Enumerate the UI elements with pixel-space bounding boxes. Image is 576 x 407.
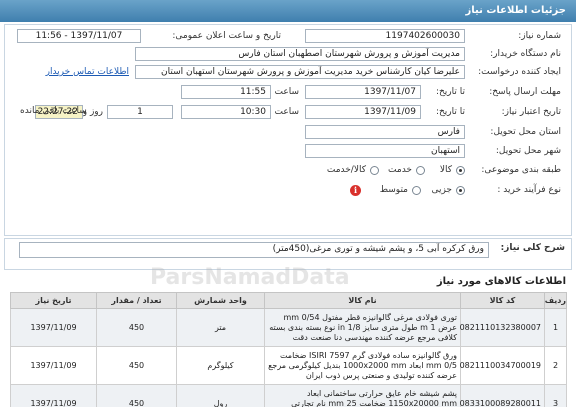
cell-date: 1397/11/09 — [10, 346, 97, 385]
announce-datetime-label: تاریخ و ساعت اعلان عمومی: — [172, 31, 281, 41]
cell-row: 3 — [544, 384, 567, 407]
col-qty: تعداد / مقدار — [96, 292, 177, 309]
need-details-panel: شماره نیاز: 1197402600030 تاریخ و ساعت ا… — [4, 24, 572, 236]
validity-from-label: تا تاریخ: — [435, 107, 465, 117]
process-medium-label: متوسط — [379, 185, 408, 195]
goods-section-title: اطلاعات کالاهای مورد نیاز — [436, 276, 566, 287]
validity-days: 1 — [107, 105, 173, 119]
col-name: نام کالا — [264, 292, 461, 309]
description-section: شرح کلی نیاز: ورق کرکره آبی 5، و پشم شیش… — [4, 238, 572, 270]
category-goods-radio[interactable] — [456, 166, 465, 175]
validity-time-label: ساعت — [274, 107, 300, 117]
category-service-label: خدمت — [388, 165, 412, 175]
col-code: کد کالا — [460, 292, 545, 309]
reply-deadline-label: مهلت ارسال پاسخ: — [489, 87, 561, 97]
cell-name: ورق گالوانیزه ساده فولادی گرم ISIRI 7597… — [264, 346, 461, 385]
need-number-field: 1197402600030 — [305, 29, 465, 43]
cell-name: توری فولادی مرغی گالوانیزه قطر مفتول 0/5… — [264, 308, 461, 347]
goods-table-header: ردیف کد کالا نام کالا واحد شمارش تعداد /… — [10, 292, 567, 309]
announce-datetime-field: 1397/11/07 - 11:56 — [17, 29, 141, 43]
province-field: فارس — [305, 125, 465, 139]
requester-label: ایجاد کننده درخواست: — [478, 67, 561, 77]
validity-label: تاریخ اعتبار نیاز: — [501, 107, 561, 117]
reply-deadline-date: 1397/11/07 — [305, 85, 421, 99]
province-label: استان محل تحویل: — [490, 127, 561, 137]
cell-name: پشم شیشه خام عایق حرارتی ساختمانی ابعاد … — [264, 384, 461, 407]
cell-qty: 450 — [96, 308, 177, 347]
description-field: ورق کرکره آبی 5، و پشم شیشه و توری مرغی(… — [19, 242, 489, 258]
description-label: شرح کلی نیاز: — [500, 243, 565, 253]
category-label: طبقه بندی موضوعی: — [481, 165, 561, 175]
col-row: ردیف — [544, 292, 567, 309]
cell-code: 0833100089280011 — [460, 384, 545, 407]
category-goods-label: کالا — [439, 165, 452, 175]
category-goods-service-radio[interactable] — [370, 166, 379, 175]
reply-deadline-time: 11:55 — [181, 85, 271, 99]
category-service-radio[interactable] — [416, 166, 425, 175]
col-unit: واحد شمارش — [176, 292, 265, 309]
cell-qty: 450 — [96, 384, 177, 407]
goods-table: ردیف کد کالا نام کالا واحد شمارش تعداد /… — [10, 292, 567, 407]
cell-code: 0821110034700019 — [460, 346, 545, 385]
buyer-contact-link[interactable]: اطلاعات تماس خریدار — [46, 67, 129, 77]
process-medium-radio[interactable] — [412, 186, 421, 195]
city-field: استهبان — [305, 144, 465, 158]
page-title: جزئیات اطلاعات نیاز — [0, 0, 576, 22]
cell-date: 1397/11/09 — [10, 308, 97, 347]
validity-time: 10:30 — [181, 105, 271, 119]
col-date: تاریخ نیاز — [10, 292, 97, 309]
cell-unit: کیلوگرم — [176, 346, 265, 385]
process-label: نوع فرآیند خرید : — [497, 185, 561, 195]
cell-row: 1 — [544, 308, 567, 347]
buyer-org-label: نام دستگاه خریدار: — [490, 49, 561, 59]
process-minor-radio[interactable] — [456, 186, 465, 195]
requester-field: علیرضا کیان کارشناس خرید مدیریت آموزش و … — [135, 65, 465, 79]
category-goods-service-label: کالا/خدمت — [326, 165, 366, 175]
table-row[interactable]: 1 0821110132380007 توری فولادی مرغی گالو… — [10, 308, 567, 347]
city-label: شهر محل تحویل: — [495, 146, 561, 156]
process-minor-label: جزیی — [431, 185, 452, 195]
need-number-label: شماره نیاز: — [518, 31, 561, 41]
table-row[interactable]: 2 0821110034700019 ورق گالوانیزه ساده فو… — [10, 346, 567, 385]
reply-deadline-from-label: تا تاریخ: — [435, 87, 465, 97]
reply-deadline-time-label: ساعت — [274, 87, 300, 97]
cell-code: 0821110132380007 — [460, 308, 545, 347]
cell-qty: 450 — [96, 346, 177, 385]
info-icon[interactable]: i — [350, 185, 361, 196]
cell-unit: متر — [176, 308, 265, 347]
table-row[interactable]: 3 0833100089280011 پشم شیشه خام عایق حرا… — [10, 384, 567, 407]
cell-row: 2 — [544, 346, 567, 385]
validity-remaining-label: ساعت باقی مانده — [20, 106, 87, 116]
cell-unit: رول — [176, 384, 265, 407]
validity-date: 1397/11/09 — [305, 105, 421, 119]
cell-date: 1397/11/09 — [10, 384, 97, 407]
buyer-org-field: مدیریت آموزش و پرورش شهرستان اصطهبان است… — [135, 47, 465, 61]
